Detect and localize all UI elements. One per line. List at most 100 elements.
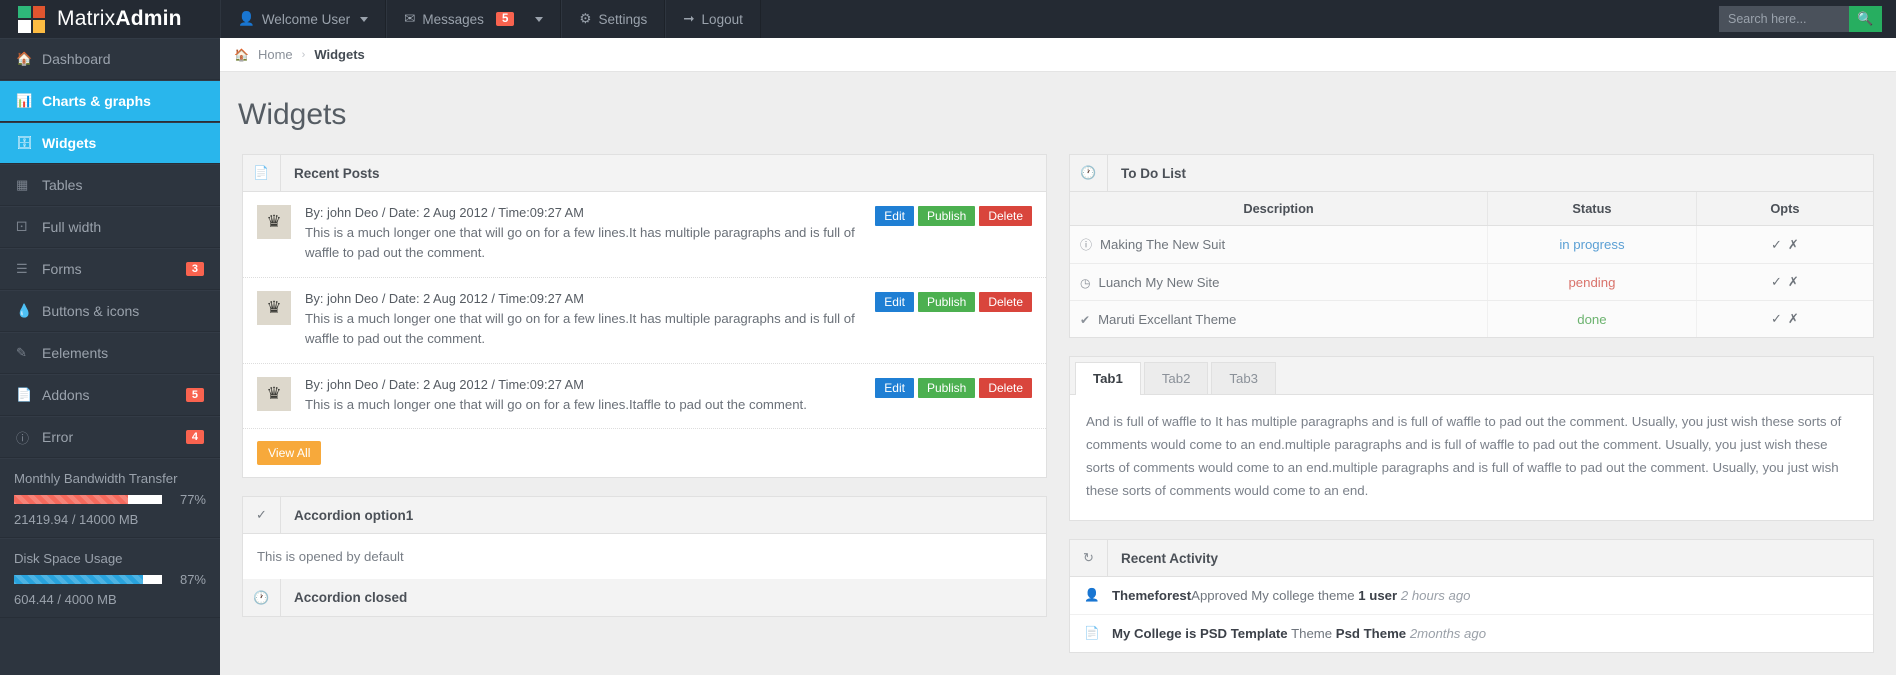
sidebar-item-charts-graphs[interactable]: 📊 Charts & graphs	[0, 80, 220, 122]
brand-logo[interactable]: MatrixAdmin	[0, 0, 220, 38]
usage-disk-bar	[14, 575, 162, 584]
search-button[interactable]: 🔍	[1849, 6, 1882, 32]
list-item: 👤 ThemeforestApproved My college theme 1…	[1070, 577, 1873, 615]
activity-bold-primary: Themeforest	[1112, 588, 1191, 603]
sidebar-item-eelements[interactable]: ✎ Eelements	[0, 332, 220, 374]
tab-tab3[interactable]: Tab3	[1211, 362, 1276, 394]
tabs-panel: Tab1 Tab2 Tab3 And is full of waffle to …	[1069, 356, 1874, 521]
publish-button[interactable]: Publish	[918, 378, 975, 398]
delete-button[interactable]: Delete	[979, 378, 1032, 398]
todo-description-text: Making The New Suit	[1100, 237, 1225, 252]
todo-description-text: Maruti Excellant Theme	[1098, 312, 1236, 327]
search-input[interactable]	[1719, 6, 1849, 32]
todo-header-description: Description	[1070, 192, 1488, 226]
nav-label-messages: Messages	[422, 12, 484, 27]
publish-button[interactable]: Publish	[918, 206, 975, 226]
list-icon: ☰	[16, 261, 42, 277]
accordion-header-closed[interactable]: 🕐 Accordion closed	[243, 579, 1046, 616]
accordion-panel: ✓ Accordion option1 This is opened by de…	[242, 496, 1047, 617]
nav-item-settings[interactable]: ⚙ Settings	[561, 0, 665, 38]
times-icon[interactable]: ✗	[1788, 311, 1799, 326]
times-icon[interactable]: ✗	[1788, 237, 1799, 252]
edit-button[interactable]: Edit	[875, 206, 914, 226]
todo-header-row: Description Status Opts	[1070, 192, 1873, 226]
file-icon: 📄	[243, 155, 281, 191]
todo-table-head: Description Status Opts	[1070, 192, 1873, 226]
activity-bold-primary: My College is PSD Template	[1112, 626, 1288, 641]
todo-opts-cell: ✓✗	[1696, 301, 1873, 338]
post-body: By: john Deo / Date: 2 Aug 2012 / Time:0…	[305, 205, 861, 264]
post-actions: Edit Publish Delete	[875, 377, 1032, 398]
todo-table-body: ⓘMaking The New Suit in progress ✓✗	[1070, 226, 1873, 338]
sidebar-label-full-width: Full width	[42, 219, 204, 235]
sidebar-item-buttons-icons[interactable]: 💧 Buttons & icons	[0, 290, 220, 332]
times-icon[interactable]: ✗	[1788, 274, 1799, 289]
todo-description-text: Luanch My New Site	[1098, 275, 1219, 290]
logo-squares-icon	[18, 6, 45, 33]
sidebar-item-dashboard[interactable]: 🏠 Dashboard	[0, 38, 220, 80]
sidebar-label-dashboard: Dashboard	[42, 51, 204, 67]
nav-label-settings: Settings	[598, 12, 647, 27]
expand-icon: ⚀	[16, 219, 42, 235]
sidebar-label-error: Error	[42, 429, 186, 445]
activity-time: 2months ago	[1410, 626, 1486, 641]
accordion-header-option1[interactable]: ✓ Accordion option1	[243, 497, 1046, 534]
recent-posts-title: Recent Posts	[281, 166, 380, 181]
nav-item-logout[interactable]: ➞ Logout	[665, 0, 761, 38]
check-icon[interactable]: ✓	[1771, 237, 1782, 252]
check-icon[interactable]: ✓	[1771, 274, 1782, 289]
todo-table: Description Status Opts ⓘMaking The New …	[1070, 192, 1873, 337]
view-all-button[interactable]: View All	[257, 441, 321, 465]
breadcrumb-home[interactable]: Home	[258, 47, 293, 62]
sidebar-item-forms[interactable]: ☰ Forms 3	[0, 248, 220, 290]
todo-status-cell: done	[1488, 301, 1697, 338]
delete-button[interactable]: Delete	[979, 292, 1032, 312]
info-circle-icon: ⓘ	[16, 428, 42, 447]
sidebar-item-widgets[interactable]: 🗄 Widgets	[0, 122, 220, 164]
edit-button[interactable]: Edit	[875, 292, 914, 312]
sidebar-badge-addons: 5	[186, 388, 204, 402]
check-icon[interactable]: ✓	[1771, 311, 1782, 326]
brand-name-bold: Admin	[115, 7, 181, 30]
usage-bandwidth-fill	[14, 495, 128, 504]
usage-bandwidth-title: Monthly Bandwidth Transfer	[14, 471, 206, 486]
edit-button[interactable]: Edit	[875, 378, 914, 398]
post-meta: By: john Deo / Date: 2 Aug 2012 / Time:0…	[305, 377, 861, 392]
brand-name-light: Matrix	[57, 7, 115, 30]
activity-normal: Approved My college theme	[1191, 588, 1358, 603]
activity-text: ThemeforestApproved My college theme 1 u…	[1112, 588, 1470, 603]
nav-item-welcome-user[interactable]: 👤 Welcome User	[220, 0, 386, 38]
nav-label-welcome-user: Welcome User	[262, 12, 350, 27]
delete-button[interactable]: Delete	[979, 206, 1032, 226]
check-circle-icon: ✔	[1080, 313, 1090, 327]
table-row: ⓘMaking The New Suit in progress ✓✗	[1070, 226, 1873, 264]
nav-item-messages[interactable]: ✉ Messages 5	[386, 0, 561, 38]
nav-label-logout: Logout	[702, 12, 743, 27]
sidebar-item-addons[interactable]: 📄 Addons 5	[0, 374, 220, 416]
grid-icon: ▦	[16, 177, 42, 193]
tab-tab1[interactable]: Tab1	[1075, 362, 1141, 395]
publish-button[interactable]: Publish	[918, 292, 975, 312]
avatar: ♛	[257, 205, 291, 239]
recent-activity-header: ↻ Recent Activity	[1070, 540, 1873, 577]
bar-chart-icon: 📊	[16, 93, 42, 109]
sidebar-item-error[interactable]: ⓘ Error 4	[0, 416, 220, 458]
refresh-icon: ↻	[1070, 540, 1108, 576]
todo-list-header: 🕐 To Do List	[1070, 155, 1873, 192]
sidebar-badge-forms: 3	[186, 262, 204, 276]
sidebar-item-full-width[interactable]: ⚀ Full width	[0, 206, 220, 248]
usage-disk-percent: 87%	[172, 572, 206, 587]
todo-header-opts: Opts	[1696, 192, 1873, 226]
accordion-title-option1: Accordion option1	[281, 508, 413, 523]
accordion-title-closed: Accordion closed	[281, 590, 407, 605]
activity-time: 2 hours ago	[1401, 588, 1471, 603]
tab-tab2[interactable]: Tab2	[1144, 362, 1209, 394]
todo-status-cell: in progress	[1488, 226, 1697, 264]
avatar: ♛	[257, 291, 291, 325]
table-row: ◷Luanch My New Site pending ✓ ✗	[1070, 264, 1873, 301]
left-column: 📄 Recent Posts ♛ By: john Deo / Date: 2 …	[242, 154, 1047, 675]
todo-status-cell: pending	[1488, 264, 1697, 301]
todo-description-cell: ◷Luanch My New Site	[1070, 264, 1488, 301]
table-row: ✔Maruti Excellant Theme done ✓✗	[1070, 301, 1873, 338]
sidebar-item-tables[interactable]: ▦ Tables	[0, 164, 220, 206]
